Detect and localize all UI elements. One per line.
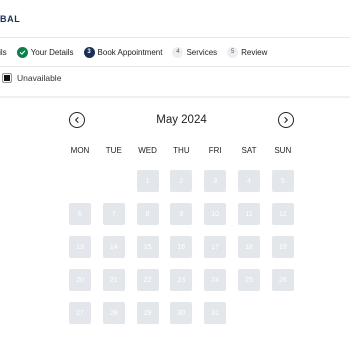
calendar-day-unavailable: 4 bbox=[237, 170, 260, 192]
step-number-badge: 4 bbox=[172, 46, 184, 58]
weekday-label: SUN bbox=[274, 146, 292, 155]
weekday-label: FRI bbox=[208, 146, 222, 155]
brand-logo-text: BAL bbox=[0, 14, 21, 24]
booking-page: BAL etails Your Details 3 Book Appointme… bbox=[0, 0, 350, 350]
calendar-day-unavailable: 16 bbox=[170, 236, 193, 258]
calendar-day-unavailable: 24 bbox=[204, 269, 227, 291]
header-divider bbox=[0, 37, 350, 38]
calendar-day-unavailable: 14 bbox=[102, 236, 125, 258]
calendar-day-unavailable: 27 bbox=[69, 302, 91, 324]
calendar-day-unavailable: 6 bbox=[69, 203, 91, 225]
calendar-day-unavailable: 2 bbox=[170, 170, 193, 192]
calendar-day-unavailable: 13 bbox=[69, 236, 91, 258]
step-number-badge: 5 bbox=[227, 46, 239, 58]
calendar-day-unavailable: 12 bbox=[271, 203, 294, 225]
chevron-right-icon bbox=[282, 111, 290, 129]
unavailable-swatch bbox=[2, 73, 12, 83]
step-services[interactable]: 4 Services bbox=[172, 46, 218, 58]
calendar-day-unavailable: 11 bbox=[237, 203, 260, 225]
calendar-day-unavailable: 25 bbox=[237, 269, 260, 291]
step-your-details[interactable]: Your Details bbox=[16, 46, 74, 58]
calendar-day-unavailable: 23 bbox=[170, 269, 193, 291]
calendar-day-unavailable: 7 bbox=[102, 203, 125, 225]
calendar-day-unavailable: 17 bbox=[204, 236, 227, 258]
calendar-blank-cell bbox=[69, 170, 91, 192]
calendar-day-unavailable: 8 bbox=[136, 203, 159, 225]
legend-unavailable-label: Unavailable bbox=[17, 73, 62, 83]
section-band bbox=[0, 96, 350, 98]
availability-legend: Unavailable bbox=[2, 73, 61, 83]
step-label: Book Appointment bbox=[97, 47, 163, 57]
progress-stepper: etails Your Details 3 Book Appointment 4… bbox=[0, 45, 277, 59]
calendar-day-unavailable: 30 bbox=[170, 302, 193, 324]
weekday-label: MON bbox=[70, 146, 90, 155]
calendar-day-unavailable: 21 bbox=[102, 269, 125, 291]
weekday-label: THU bbox=[173, 146, 190, 155]
stepper-divider bbox=[0, 66, 350, 67]
step-review[interactable]: 5 Review bbox=[227, 46, 268, 58]
calendar-day-unavailable: 28 bbox=[102, 302, 125, 324]
weekday-label: SAT bbox=[241, 146, 257, 155]
step-label: Your Details bbox=[30, 47, 74, 57]
calendar-day-unavailable: 5 bbox=[271, 170, 294, 192]
calendar-day-unavailable: 26 bbox=[271, 269, 294, 291]
step-details[interactable]: etails bbox=[0, 48, 7, 57]
calendar-day-unavailable: 3 bbox=[204, 170, 227, 192]
step-label: Review bbox=[241, 47, 268, 57]
step-label: etails bbox=[0, 47, 7, 57]
check-icon bbox=[16, 46, 28, 58]
calendar-day-grid: 1 2 3 4 5 6 7 8 9 10 11 12 13 14 15 16 17 18 19 20 21 22 23 24 2… bbox=[69, 170, 294, 324]
calendar-day-unavailable: 10 bbox=[204, 203, 227, 225]
calendar-blank-cell bbox=[103, 170, 125, 192]
calendar-day-unavailable: 9 bbox=[170, 203, 193, 225]
month-title: May 2024 bbox=[156, 114, 207, 126]
calendar-day-unavailable: 29 bbox=[136, 302, 159, 324]
calendar-header: May 2024 bbox=[69, 112, 294, 130]
calendar-day-unavailable: 31 bbox=[204, 302, 227, 324]
step-label: Services bbox=[186, 47, 218, 57]
calendar-day-unavailable: 1 bbox=[136, 170, 159, 192]
calendar-day-unavailable: 22 bbox=[136, 269, 159, 291]
calendar-day-unavailable: 15 bbox=[136, 236, 159, 258]
weekday-label: TUE bbox=[105, 146, 122, 155]
weekday-header: MON TUE WED THU FRI SAT SUN bbox=[69, 146, 294, 155]
calendar-day-unavailable: 20 bbox=[69, 269, 91, 291]
calendar-day-unavailable: 19 bbox=[271, 236, 294, 258]
weekday-label: WED bbox=[138, 146, 157, 155]
step-number-badge: 3 bbox=[83, 46, 95, 58]
calendar-day-unavailable: 18 bbox=[237, 236, 260, 258]
step-book-appointment[interactable]: 3 Book Appointment bbox=[83, 46, 163, 58]
next-month-button[interactable] bbox=[278, 112, 294, 128]
